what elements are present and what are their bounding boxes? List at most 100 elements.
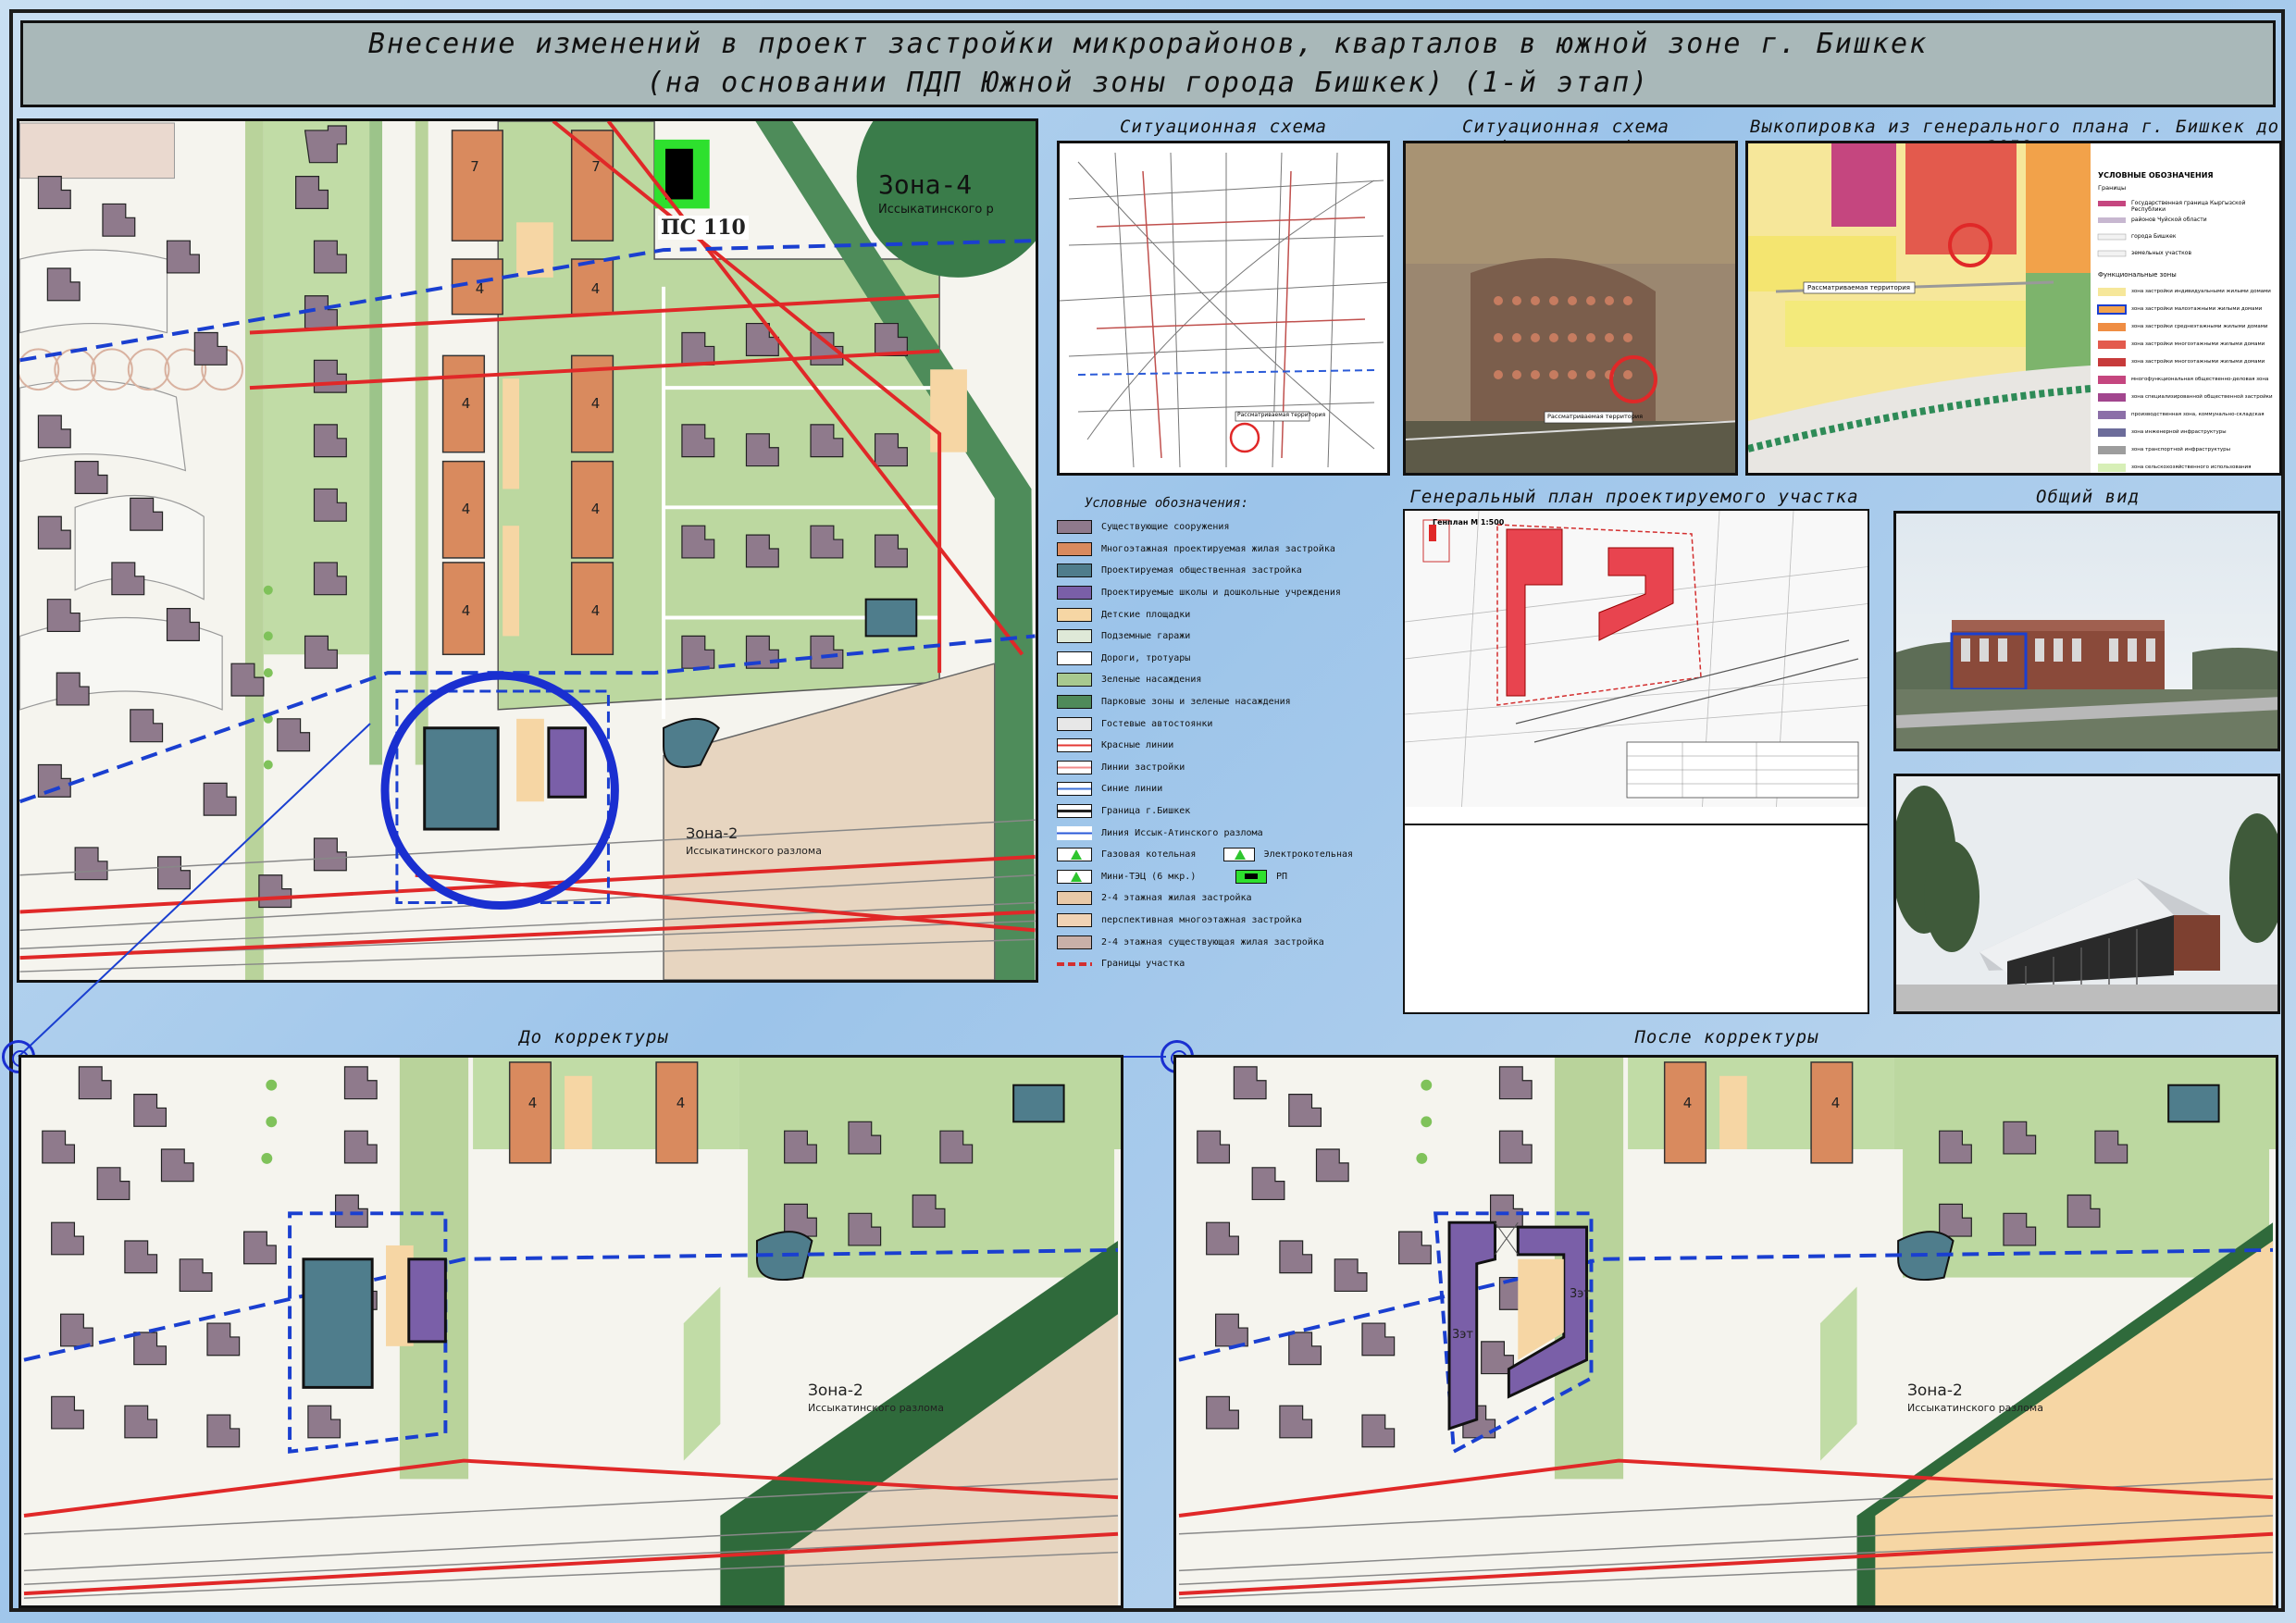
legend-swatch — [1057, 738, 1092, 753]
legend-row: Гостевые автостоянки — [1057, 712, 1353, 735]
legend-label: Линии застройки — [1101, 762, 1185, 773]
gas-boiler-icon — [1057, 848, 1092, 862]
before-title: До корректуры — [519, 1027, 669, 1047]
genplan-legend-title: УСЛОВНЫЕ ОБОЗНАЧЕНИЯ — [2098, 171, 2214, 180]
legend-label: Детские площадки — [1101, 609, 1191, 620]
legend-row: Мини-ТЭЦ (6 мкр.) РП — [1057, 866, 1353, 888]
genplan-legend-item: Государственная граница Кыргызской Респу… — [2131, 200, 2246, 213]
aerial-scheme-thumb[interactable]: Рассматриваемая территория — [1403, 141, 1738, 476]
situational-drawing — [1060, 152, 1387, 468]
legend-label: РП — [1276, 871, 1288, 882]
genplan-legend-item: города Бишкек — [2131, 233, 2177, 240]
zone2-subtitle: Иссыкатинского разлома — [808, 1402, 944, 1414]
legend-row: Линии застройки — [1057, 757, 1353, 779]
legend-row: Зеленые насаждения — [1057, 669, 1353, 691]
legend-swatch — [1057, 673, 1092, 688]
building-floors-label: 3эт — [1452, 1328, 1473, 1342]
floor-label: 4 — [590, 280, 601, 297]
legend-label: Многоэтажная проектируемая жилая застрой… — [1101, 543, 1335, 554]
aerial-drawing — [1406, 143, 1735, 473]
main-master-plan-map[interactable]: 7 7 4 4 4 4 4 4 4 4 ПС 110 Зона-4 Иссыка… — [17, 118, 1038, 983]
legend-row: Детские площадки — [1057, 603, 1353, 626]
legend-swatch — [1057, 957, 1092, 972]
genplan-legend-item: Границы — [2098, 184, 2127, 192]
mini-chp-icon — [1057, 869, 1092, 884]
legend-row: Подземные гаражи — [1057, 626, 1353, 648]
legend-label: Синие линии — [1101, 784, 1163, 795]
floor-label: 4 — [527, 1095, 538, 1111]
legend-label: перспективная многоэтажная застройка — [1101, 914, 1302, 925]
before-map-drawing — [23, 1058, 1121, 1605]
floor-label: 4 — [461, 395, 471, 412]
genplan-legend-item: зона инженерной инфраструктуры — [2131, 429, 2227, 435]
floor-label: 4 — [475, 280, 485, 297]
legend-row: Граница г.Бишкек — [1057, 800, 1353, 823]
render-1-drawing — [1896, 514, 2277, 749]
substation-label: ПС 110 — [658, 216, 749, 240]
callout: Рассматриваемая территория — [1807, 284, 1910, 291]
legend-swatch — [1057, 760, 1092, 774]
situational-scheme-thumb[interactable]: Рассматриваемая территория — [1057, 141, 1390, 476]
genplan-legend-item: зона застройки индивидуальными жилыми до… — [2131, 289, 2271, 294]
genplan-extract-thumb[interactable]: Рассматриваемая территория УСЛОВНЫЕ ОБОЗ… — [1745, 141, 2282, 476]
legend-label: Красные линии — [1101, 740, 1174, 751]
floor-label: 7 — [470, 158, 479, 175]
legend-label: Проектируемая общественная застройка — [1101, 565, 1302, 576]
legend-swatch — [1057, 607, 1092, 622]
legend-label: Электрокотельная — [1263, 849, 1353, 861]
legend-swatch — [1057, 586, 1092, 601]
legend-swatch — [1057, 629, 1092, 644]
render-view-2[interactable] — [1893, 774, 2280, 1014]
genplan-legend-item: зона застройки многоэтажными жилыми дома… — [2131, 341, 2265, 347]
legend-label: Проектируемые школы и дошкольные учрежде… — [1101, 588, 1341, 599]
legend-label: Подземные гаражи — [1101, 631, 1191, 642]
render-2-drawing — [1896, 776, 2277, 1011]
sheet-title: Внесение изменений в проект застройки ми… — [20, 20, 2276, 107]
legend-swatch — [1057, 520, 1092, 535]
legend-swatch — [1057, 695, 1092, 710]
legend-label: Зеленые насаждения — [1101, 675, 1202, 686]
floor-label: 4 — [590, 602, 601, 619]
before-correction-map[interactable]: 4 4 Зона-2 Иссыкатинского разлома — [19, 1055, 1123, 1608]
legend-label: Дороги, тротуары — [1101, 652, 1191, 663]
legend-row: Границы участка — [1057, 953, 1353, 975]
legend-label: 2-4 этажная жилая застройка — [1101, 893, 1252, 904]
after-map-drawing — [1178, 1058, 2276, 1605]
genplan-legend-item: зона специализированной общественной зас… — [2131, 394, 2273, 400]
legend-swatch — [1057, 782, 1092, 797]
callout: Рассматриваемая территория — [1547, 413, 1644, 420]
title-line-2: (на основании ПДП Южной зоны города Бишк… — [646, 67, 1650, 99]
zone4-title: Зона-4 — [878, 169, 973, 200]
legend-swatch — [1057, 564, 1092, 578]
floor-label: 4 — [590, 395, 601, 412]
legend-label: 2-4 этажная существующая жилая застройка — [1101, 936, 1324, 948]
zone4-subtitle: Иссыкатинского р — [878, 203, 994, 217]
legend-swatch — [1057, 650, 1092, 665]
legend-label: Парковые зоны и зеленые насаждения — [1101, 697, 1291, 708]
legend-row: 2-4 этажная существующая жилая застройка — [1057, 931, 1353, 953]
legend-row: перспективная многоэтажная застройка — [1057, 910, 1353, 932]
legend-label: Граница г.Бишкек — [1101, 806, 1191, 817]
legend-row: Дороги, тротуары — [1057, 648, 1353, 670]
main-map-drawing — [19, 121, 1036, 980]
legend-row: Проектируемые школы и дошкольные учрежде… — [1057, 582, 1353, 604]
zone2-subtitle: Иссыкатинского разлома — [686, 845, 822, 857]
electric-boiler-icon — [1222, 848, 1255, 862]
callout: Рассматриваемая территория — [1237, 412, 1326, 418]
legend-label: Линия Иссык-Атинского разлома — [1101, 827, 1263, 838]
render-view-1[interactable] — [1893, 511, 2280, 751]
legend-swatch — [1057, 541, 1092, 556]
after-title: После корректуры — [1634, 1027, 1819, 1047]
genplan-legend-item: районов Чуйской области — [2131, 217, 2207, 223]
legend-label: Границы участка — [1101, 959, 1185, 970]
genplan-legend-item: Функциональные зоны — [2098, 271, 2177, 279]
legend-row: Красные линии — [1057, 735, 1353, 757]
genplan-legend-item: земельных участков — [2131, 250, 2191, 256]
after-correction-map[interactable]: 4 4 3эт 3эт Зона-2 Иссыкатинского разлом… — [1173, 1055, 2278, 1608]
zone2-title: Зона-2 — [1907, 1381, 1963, 1400]
genplan-legend-item: производственная зона, коммунально-склад… — [2131, 412, 2265, 417]
genplan-legend-item: зона сельскохозяйственного использования — [2131, 465, 2252, 470]
legend-row: Линия Иссык-Атинского разлома — [1057, 822, 1353, 844]
legend-label: Гостевые автостоянки — [1101, 718, 1213, 729]
legend-title: Условные обозначения: — [1085, 496, 1249, 511]
